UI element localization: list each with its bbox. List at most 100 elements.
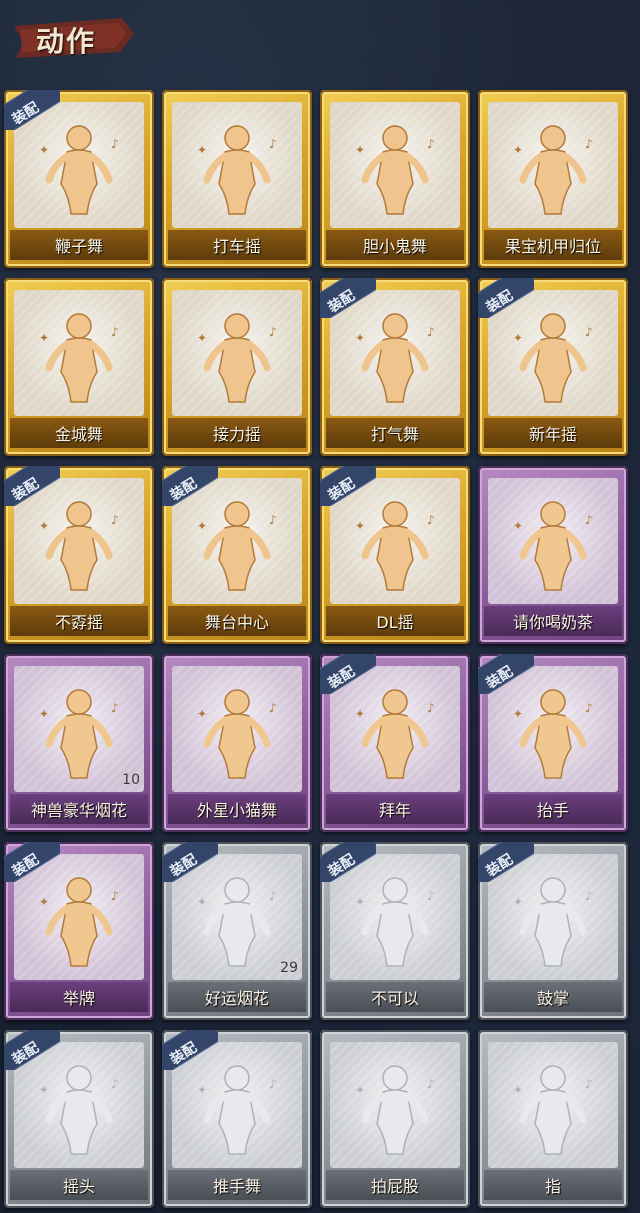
emote-card[interactable]: ♪ ✦ 不可以 装配 <box>320 842 470 1020</box>
card-label-bar: 接力摇 <box>168 418 306 448</box>
card-label-bar: 拜年 <box>326 794 464 824</box>
card-label: 拜年 <box>378 801 411 820</box>
emote-card[interactable]: ♪ ✦ 接力摇 <box>162 278 312 456</box>
card-label: 鼓掌 <box>536 989 569 1008</box>
pointing-hand-icon: ♪✦ <box>513 1065 593 1155</box>
emote-card[interactable]: ♪ ✦ 请你喝奶茶 <box>478 466 628 644</box>
equipped-badge: 装配 <box>320 654 376 694</box>
card-label-bar: 指 <box>484 1170 622 1200</box>
svg-text:♪: ♪ <box>111 513 119 527</box>
luxury-fireworks-icon: ♪✦ <box>39 689 119 779</box>
emote-card[interactable]: ♪ ✦ DL摇 装配 <box>320 466 470 644</box>
card-label: 新年摇 <box>528 425 577 444</box>
svg-text:♪: ♪ <box>269 701 277 715</box>
svg-text:✦: ✦ <box>39 707 49 721</box>
emote-card[interactable]: ♪ ✦ 外星小猫舞 <box>162 654 312 832</box>
item-count: 10 <box>122 772 140 788</box>
card-label-bar: 鞭子舞 <box>10 230 148 260</box>
svg-text:✦: ✦ <box>39 331 49 345</box>
page-title: 动作 <box>36 25 97 58</box>
equipped-badge: 装配 <box>320 278 376 318</box>
emote-card[interactable]: ♪ ✦ 举牌 装配 <box>4 842 154 1020</box>
svg-text:♪: ♪ <box>427 1077 435 1091</box>
equipped-badge: 装配 <box>4 1030 60 1070</box>
svg-text:✦: ✦ <box>513 143 523 157</box>
svg-text:✦: ✦ <box>513 707 523 721</box>
svg-text:✦: ✦ <box>197 519 207 533</box>
svg-text:♪: ♪ <box>585 889 593 903</box>
card-label-bar: 不可以 <box>326 982 464 1012</box>
card-label: 鞭子舞 <box>54 237 103 256</box>
svg-text:✦: ✦ <box>355 519 365 533</box>
svg-text:✦: ✦ <box>355 331 365 345</box>
card-label: 打气舞 <box>370 425 419 444</box>
svg-text:♪: ♪ <box>269 889 277 903</box>
card-label: 接力摇 <box>212 425 261 444</box>
coward-dance-figure-icon: ♪✦ <box>355 125 435 215</box>
svg-text:✦: ✦ <box>513 331 523 345</box>
emote-card[interactable]: ♪ ✦ 抬手 装配 <box>478 654 628 832</box>
equipped-badge: 装配 <box>162 1030 218 1070</box>
equipped-badge: 装配 <box>4 466 60 506</box>
card-label-bar: 摇头 <box>10 1170 148 1200</box>
svg-text:✦: ✦ <box>39 143 49 157</box>
svg-text:✦: ✦ <box>197 1083 207 1097</box>
emote-card[interactable]: ♪ ✦ 不孬摇 装配 <box>4 466 154 644</box>
emote-card[interactable]: ♪ ✦ 鼓掌 装配 <box>478 842 628 1020</box>
emote-card[interactable]: ♪ ✦ 打车摇 <box>162 90 312 268</box>
svg-text:♪: ♪ <box>585 137 593 151</box>
emote-card[interactable]: ♪ ✦ 果宝机甲归位 <box>478 90 628 268</box>
equipped-badge: 装配 <box>4 90 60 130</box>
card-label-bar: 不孬摇 <box>10 606 148 636</box>
emote-card[interactable]: ♪ ✦ 胆小鬼舞 <box>320 90 470 268</box>
card-label: 果宝机甲归位 <box>504 237 601 256</box>
card-label-bar: 好运烟花 <box>168 982 306 1012</box>
emote-card[interactable]: ♪ ✦ 打气舞 装配 <box>320 278 470 456</box>
equipped-badge: 装配 <box>4 842 60 882</box>
card-label: 舞台中心 <box>204 613 269 632</box>
emote-card[interactable]: ♪ ✦ 新年摇 装配 <box>478 278 628 456</box>
card-label-bar: 请你喝奶茶 <box>484 606 622 636</box>
svg-text:✦: ✦ <box>355 1083 365 1097</box>
card-label-bar: 抬手 <box>484 794 622 824</box>
emote-card[interactable]: ♪ ✦ 29 好运烟花 装配 <box>162 842 312 1020</box>
card-label-bar: 举牌 <box>10 982 148 1012</box>
emote-card[interactable]: ♪ ✦ 金城舞 <box>4 278 154 456</box>
emote-card[interactable]: ♪ ✦ 拍屁股 <box>320 1030 470 1208</box>
svg-text:♪: ♪ <box>427 513 435 527</box>
alien-cat-dance-figure-icon: ♪✦ <box>197 689 277 779</box>
card-label-bar: DL摇 <box>326 606 464 636</box>
svg-text:♪: ♪ <box>427 889 435 903</box>
card-label-bar: 拍屁股 <box>326 1170 464 1200</box>
svg-text:♪: ♪ <box>585 701 593 715</box>
equipped-badge: 装配 <box>478 278 534 318</box>
emote-card[interactable]: ♪ ✦ 10 神兽豪华烟花 <box>4 654 154 832</box>
svg-text:♪: ♪ <box>427 137 435 151</box>
taxi-shake-figure-icon: ♪✦ <box>197 125 277 215</box>
svg-text:♪: ♪ <box>269 137 277 151</box>
equipped-badge: 装配 <box>320 466 376 506</box>
card-label-bar: 舞台中心 <box>168 606 306 636</box>
card-label: 抬手 <box>536 801 569 820</box>
svg-text:✦: ✦ <box>197 331 207 345</box>
equipped-badge: 装配 <box>478 842 534 882</box>
svg-text:♪: ♪ <box>427 325 435 339</box>
svg-text:♪: ♪ <box>269 325 277 339</box>
emote-card[interactable]: ♪ ✦ 拜年 装配 <box>320 654 470 832</box>
emote-card[interactable]: ♪ ✦ 鞭子舞 装配 <box>4 90 154 268</box>
equipped-badge: 装配 <box>320 842 376 882</box>
emote-card[interactable]: ♪ ✦ 推手舞 装配 <box>162 1030 312 1208</box>
jincheng-dance-figure-icon: ♪✦ <box>39 313 119 403</box>
card-label-bar: 胆小鬼舞 <box>326 230 464 260</box>
mecha-pose-figure-icon: ♪✦ <box>513 125 593 215</box>
card-label: 指 <box>544 1177 561 1196</box>
butt-slap-figure-icon: ♪✦ <box>355 1065 435 1155</box>
card-label-bar: 神兽豪华烟花 <box>10 794 148 824</box>
svg-text:✦: ✦ <box>39 895 49 909</box>
svg-text:✦: ✦ <box>355 707 365 721</box>
emote-card[interactable]: ♪ ✦ 指 <box>478 1030 628 1208</box>
emote-card[interactable]: ♪ ✦ 摇头 装配 <box>4 1030 154 1208</box>
svg-text:✦: ✦ <box>513 895 523 909</box>
card-label: 举牌 <box>62 989 95 1008</box>
emote-card[interactable]: ♪ ✦ 舞台中心 装配 <box>162 466 312 644</box>
